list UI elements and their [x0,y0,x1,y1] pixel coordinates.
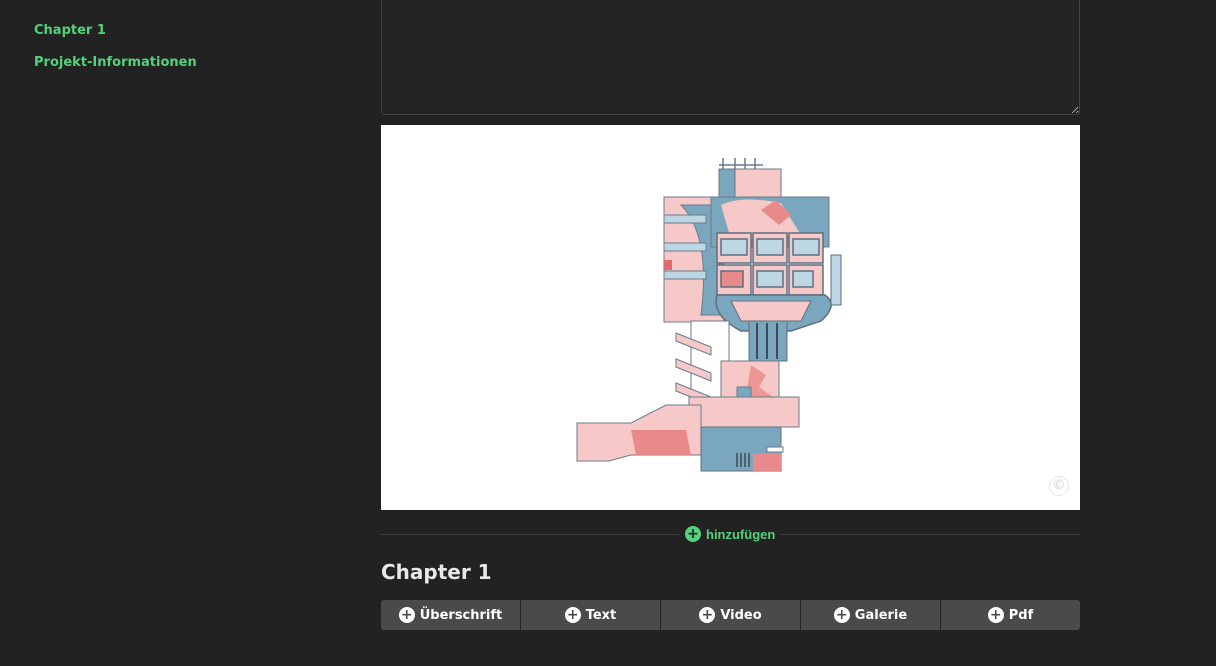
add-pdf-label: Pdf [1008,607,1034,623]
plus-circle-icon: + [833,607,850,623]
add-content-label: hinzufügen [706,526,776,542]
add-text-button[interactable]: + Text [521,600,660,630]
add-heading-button[interactable]: + Überschrift [381,600,520,630]
sidebar-item-chapter-1[interactable]: Chapter 1 [34,22,197,40]
sidebar-item-projekt-informationen[interactable]: Projekt-Informationen [34,54,197,72]
add-content-button[interactable]: + hinzufügen [679,524,782,544]
add-text-label: Text [585,607,617,623]
copyright-icon[interactable]: © [1049,476,1069,496]
add-pdf-button[interactable]: + Pdf [941,600,1080,630]
text-block-textarea[interactable] [381,0,1080,115]
add-video-button[interactable]: + Video [661,600,800,630]
plus-circle-icon: + [564,607,581,623]
add-heading-label: Überschrift [419,607,503,623]
plus-circle-icon: + [398,607,415,623]
add-block-toolbar: + Überschrift + Text + Video + Galerie +… [381,600,1080,630]
plus-circle-icon: + [699,607,716,623]
chapter-title: Chapter 1 [381,560,492,584]
sidebar: Chapter 1 Projekt-Informationen [34,22,197,86]
image-block[interactable] [381,125,1080,510]
add-gallery-button[interactable]: + Galerie [801,600,940,630]
add-gallery-label: Galerie [854,607,908,623]
add-video-label: Video [720,607,762,623]
add-content-row: + hinzufügen [381,524,1080,544]
plus-circle-icon: + [987,607,1004,623]
plus-circle-icon: + [685,526,701,542]
building-illustration [576,158,842,472]
page: Chapter 1 Projekt-Informationen © + hinz… [0,0,1216,666]
